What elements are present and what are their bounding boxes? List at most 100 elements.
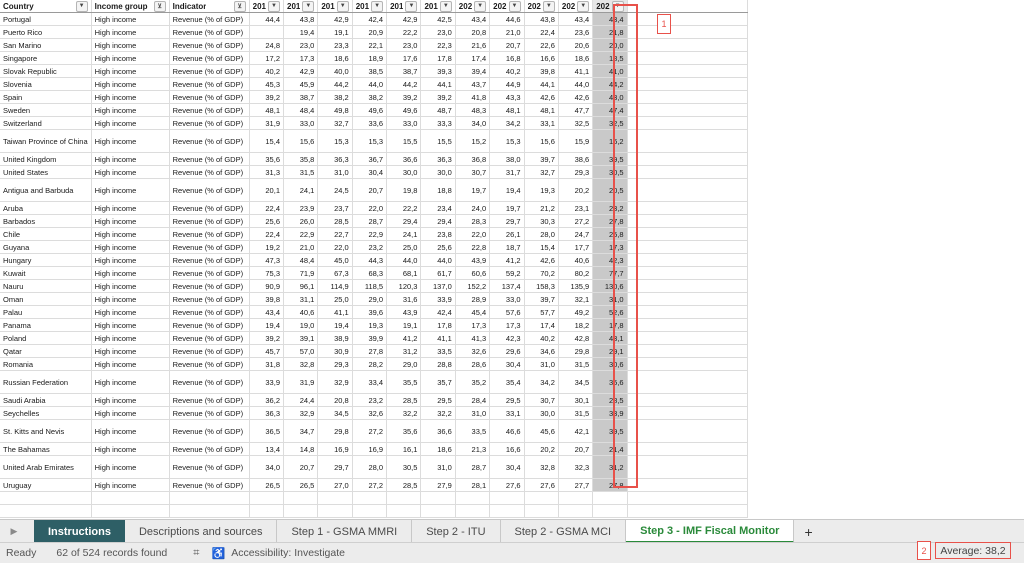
cell-empty[interactable] — [91, 504, 170, 518]
cell-value[interactable]: 22,0 — [317, 240, 353, 254]
cell-value[interactable]: 57,7 — [524, 305, 559, 319]
cell-value[interactable]: 30,5 — [386, 455, 422, 479]
cell-empty[interactable] — [627, 419, 748, 443]
cell-country[interactable]: Switzerland — [0, 116, 92, 130]
cell-indicator[interactable]: Revenue (% of GDP) — [169, 292, 250, 306]
cell-income-group[interactable]: High income — [91, 478, 170, 492]
cell-value[interactable]: 21,0 — [489, 25, 525, 39]
cell-value[interactable]: 19,2 — [249, 240, 285, 254]
cell-value[interactable]: 42,1 — [558, 419, 594, 443]
cell-country[interactable]: Taiwan Province of China — [0, 129, 92, 153]
cell-income-group[interactable]: High income — [91, 240, 170, 254]
cell-value[interactable]: 29,5 — [489, 393, 525, 407]
cell-value[interactable]: 38,7 — [283, 90, 319, 104]
cell-value[interactable]: 42,6 — [558, 90, 594, 104]
cell-value[interactable]: 44,3 — [352, 253, 388, 267]
cell-value[interactable]: 20,9 — [352, 25, 388, 39]
cell-value[interactable]: 20,7 — [352, 178, 388, 202]
cell-country[interactable]: St. Kitts and Nevis — [0, 419, 92, 443]
cell-value[interactable]: 36,3 — [249, 406, 285, 420]
cell-indicator[interactable]: Revenue (% of GDP) — [169, 331, 250, 345]
cell-value[interactable]: 48,4 — [283, 253, 319, 267]
sheet-tab-5[interactable]: Step 2 - GSMA MCI — [501, 520, 627, 543]
cell-value[interactable]: 17,3 — [283, 51, 319, 65]
cell-value[interactable]: 39,2 — [249, 90, 285, 104]
cell-income-group[interactable]: High income — [91, 201, 170, 215]
cell-value[interactable]: 75,3 — [249, 266, 285, 280]
cell-value[interactable]: 15,5 — [420, 129, 456, 153]
cell-value[interactable]: 33,4 — [352, 370, 388, 394]
cell-value[interactable]: 18,8 — [420, 178, 456, 202]
cell-value[interactable]: 17,6 — [386, 51, 422, 65]
cell-empty[interactable] — [627, 305, 748, 319]
sheet-tab-1[interactable]: Instructions — [34, 520, 125, 543]
cell-value[interactable]: 31,9 — [283, 370, 319, 394]
cell-value[interactable]: 32,6 — [352, 406, 388, 420]
cell-value[interactable]: 17,3 — [455, 318, 491, 332]
cell-value[interactable]: 28,0 — [524, 227, 559, 241]
cell-value[interactable]: 31,0 — [455, 406, 491, 420]
cell-empty[interactable] — [627, 517, 748, 518]
cell-value[interactable]: 15,9 — [558, 129, 594, 153]
cell-value[interactable]: 48,4 — [283, 103, 319, 117]
cell-value[interactable]: 28,5 — [386, 478, 422, 492]
cell-value[interactable]: 28,8 — [420, 357, 456, 371]
cell-value[interactable]: 15,3 — [489, 129, 525, 153]
sheet-tab-4[interactable]: Step 2 - ITU — [412, 520, 501, 543]
cell-value[interactable]: 20,7 — [558, 442, 594, 456]
cell-income-group[interactable]: High income — [91, 253, 170, 267]
cell-value[interactable]: 46,6 — [489, 419, 525, 443]
cell-value[interactable]: 18,5 — [592, 51, 628, 65]
cell-income-group[interactable]: High income — [91, 393, 170, 407]
cell-value[interactable]: 47,3 — [249, 253, 285, 267]
cell-value[interactable]: 48,3 — [455, 103, 491, 117]
cell-income-group[interactable]: High income — [91, 51, 170, 65]
cell-empty[interactable] — [627, 455, 748, 479]
cell-value[interactable]: 24,1 — [386, 227, 422, 241]
cell-value[interactable]: 44,1 — [420, 77, 456, 91]
cell-value[interactable]: 49,6 — [386, 103, 422, 117]
cell-value[interactable]: 28,5 — [386, 393, 422, 407]
cell-empty[interactable] — [558, 491, 594, 505]
cell-value[interactable]: 17,4 — [455, 51, 491, 65]
cell-value[interactable]: 32,8 — [283, 357, 319, 371]
cell-value[interactable]: 16,9 — [352, 442, 388, 456]
cell-value[interactable]: 32,6 — [455, 344, 491, 358]
cell-value[interactable]: 15,6 — [283, 129, 319, 153]
cell-value[interactable]: 20,7 — [489, 38, 525, 52]
cell-value[interactable]: 45,7 — [249, 344, 285, 358]
cell-country[interactable]: Sweden — [0, 103, 92, 117]
cell-value[interactable]: 42,9 — [386, 12, 422, 26]
cell-value[interactable]: 43,8 — [524, 12, 559, 26]
cell-value[interactable]: 17,3 — [489, 318, 525, 332]
cell-value[interactable]: 25,6 — [420, 240, 456, 254]
cell-value[interactable]: 19,3 — [524, 178, 559, 202]
cell-value[interactable]: 28,0 — [352, 455, 388, 479]
cell-empty[interactable] — [420, 491, 456, 505]
filter-dropdown-icon[interactable]: ▼ — [508, 0, 521, 12]
cell-value[interactable]: 15,4 — [249, 129, 285, 153]
cell-value[interactable]: 24,1 — [283, 178, 319, 202]
cell-value[interactable]: 41,1 — [420, 331, 456, 345]
cell-value[interactable]: 22,3 — [420, 38, 456, 52]
cell-country[interactable]: Palau — [0, 305, 92, 319]
cell-value[interactable]: 32,3 — [558, 455, 594, 479]
cell-country[interactable]: Aruba — [0, 201, 92, 215]
cell-value[interactable]: 90,9 — [249, 279, 285, 293]
cell-value[interactable]: 39,5 — [592, 419, 628, 443]
cell-empty[interactable] — [283, 504, 319, 518]
cell-value[interactable]: 27,0 — [317, 478, 353, 492]
cell-value[interactable]: 30,6 — [592, 357, 628, 371]
cell-empty[interactable] — [169, 491, 250, 505]
cell-value[interactable]: 23,8 — [420, 227, 456, 241]
cell-value[interactable]: 30,4 — [489, 455, 525, 479]
cell-value[interactable]: 18,6 — [420, 442, 456, 456]
cell-value[interactable]: 36,5 — [249, 419, 285, 443]
cell-indicator[interactable]: Revenue (% of GDP) — [169, 178, 250, 202]
cell-value[interactable]: 45,3 — [249, 77, 285, 91]
cell-indicator[interactable]: Revenue (% of GDP) — [169, 165, 250, 179]
cell-value[interactable]: 44,0 — [558, 77, 594, 91]
cell-value[interactable]: 31,5 — [283, 165, 319, 179]
cell-value[interactable]: 41,1 — [317, 305, 353, 319]
cell-value[interactable]: 137,0 — [420, 279, 456, 293]
